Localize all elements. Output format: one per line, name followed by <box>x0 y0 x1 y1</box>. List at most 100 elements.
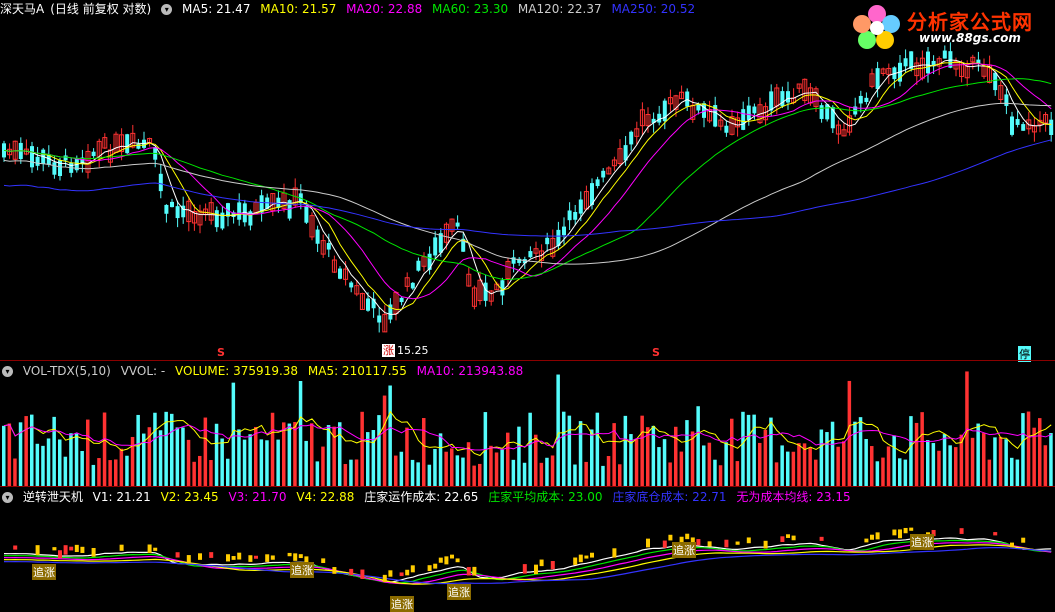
candle-body <box>1049 119 1054 136</box>
volume-bar <box>1026 411 1031 486</box>
volume-bar <box>858 417 863 486</box>
cost3-value: 庄家底仓成本: 22.71 <box>612 490 727 504</box>
chase-signal-1: 追涨 <box>32 564 56 580</box>
volume-bar <box>662 439 667 486</box>
settings-circle-icon[interactable]: ▾ <box>161 4 173 15</box>
indicator-candle <box>119 544 124 551</box>
volume-bar <box>623 415 628 486</box>
ma60-value: MA60: 23.30 <box>432 2 509 16</box>
indicator-candle <box>668 534 673 541</box>
indicator-candle <box>91 547 96 557</box>
price-chart-panel[interactable]: 深天马A (日线 前复权 对数) ▾ MA5: 21.47 MA10: 21.57 … <box>0 0 1055 362</box>
candle-body <box>63 155 68 161</box>
ma20-value: MA20: 22.88 <box>346 2 423 16</box>
volume-bar <box>668 462 672 486</box>
s-marker-2: S <box>652 346 660 359</box>
volume-bar <box>119 448 124 486</box>
candle-body <box>657 113 662 123</box>
volume-bar <box>634 438 639 486</box>
watermark-logo: 分析家公式网 www.88gs.com <box>849 2 1049 50</box>
indicator-candle <box>903 527 908 534</box>
volume-bar <box>315 461 320 486</box>
volume-bar <box>405 427 409 486</box>
candle-body <box>164 204 169 214</box>
cost4-value: 无为成本均线: 23.15 <box>736 490 851 504</box>
indicator-legend: ▾ 逆转泄天机 V1: 21.21 V2: 23.45 V3: 21.70 V4… <box>0 488 857 506</box>
volume-bar <box>819 429 824 486</box>
settings-circle-icon[interactable]: ▾ <box>2 366 13 377</box>
volume-bar <box>153 412 157 486</box>
indicator-candle <box>321 558 326 564</box>
volume-bar <box>130 436 135 486</box>
volume-bar <box>657 447 661 486</box>
candle-body <box>1021 124 1026 131</box>
indicator-candle <box>254 555 258 559</box>
volume-bar <box>578 421 583 486</box>
volume-bar <box>797 443 801 486</box>
volume-bar <box>886 446 891 486</box>
watermark-url: www.88gs.com <box>919 31 1021 45</box>
volume-bar <box>954 447 958 486</box>
volume-bar <box>500 449 504 486</box>
volume-bar <box>539 462 544 486</box>
candle-body <box>455 222 460 227</box>
candle-body <box>595 179 600 187</box>
volume-bar <box>192 461 196 486</box>
cost2-value: 庄家平均成本: 23.00 <box>488 490 603 504</box>
indicator-candle <box>993 532 998 536</box>
indicator-candle <box>399 572 404 577</box>
candle-body <box>35 156 40 166</box>
candle-body <box>769 91 774 111</box>
candle-body <box>427 253 432 270</box>
volume-bar <box>371 430 376 486</box>
volume-bar <box>304 440 308 486</box>
indicator-candle <box>231 556 236 560</box>
vvol-value: VVOL: - <box>120 364 166 378</box>
volume-bar <box>786 451 790 486</box>
volume-bar <box>528 412 532 486</box>
indicator-chart[interactable] <box>0 488 1055 610</box>
volume-bar-chart[interactable] <box>0 362 1055 486</box>
indicator-candle <box>382 574 387 583</box>
volume-bar <box>545 457 549 486</box>
indicator-candle <box>175 552 180 558</box>
candle-body <box>741 109 746 130</box>
volume-bar <box>584 461 588 486</box>
volume-bar <box>108 460 112 486</box>
candle-body <box>629 131 634 145</box>
candle-body <box>545 237 550 245</box>
price-legend: 深天马A (日线 前复权 对数) ▾ MA5: 21.47 MA10: 21.57 … <box>0 0 701 18</box>
indicator-candle <box>870 534 874 540</box>
indicator-candle <box>405 569 410 576</box>
volume-bar <box>875 461 880 486</box>
volume-bar <box>13 458 17 486</box>
candle-body <box>416 260 421 271</box>
volume-bar <box>349 459 353 486</box>
volume-bar <box>825 432 829 486</box>
volume-bar <box>702 445 706 486</box>
chase-signal-2: 追涨 <box>290 562 314 578</box>
volume-bar <box>46 438 51 486</box>
volume-bar <box>556 374 560 486</box>
indicator-candle <box>662 540 667 548</box>
volume-bar <box>209 460 213 486</box>
volume-bar <box>377 415 381 486</box>
indicator-chart-panel[interactable]: ▾ 逆转泄天机 V1: 21.21 V2: 23.45 V3: 21.70 V4… <box>0 488 1055 612</box>
indicator-candle <box>466 567 471 576</box>
indicator-candle <box>293 553 298 561</box>
price-candlestick-chart[interactable] <box>0 0 1055 360</box>
volume-bar <box>970 437 975 486</box>
vol-indicator-name: VOL-TDX(5,10) <box>22 364 111 378</box>
volume-bar <box>752 414 756 486</box>
indicator-candle <box>427 565 432 572</box>
settings-circle-icon[interactable]: ▾ <box>2 492 13 503</box>
volume-chart-panel[interactable]: ▾ VOL-TDX(5,10) VVOL: - VOLUME: 375919.3… <box>0 362 1055 486</box>
volume-bar <box>282 422 286 486</box>
volume-bar <box>91 464 96 486</box>
volume-bar <box>433 449 437 486</box>
volume-bar <box>248 434 252 486</box>
volume-bar <box>438 433 443 486</box>
indicator-candle <box>472 566 477 576</box>
volume-bar <box>640 415 644 486</box>
volume-bar <box>321 446 325 486</box>
